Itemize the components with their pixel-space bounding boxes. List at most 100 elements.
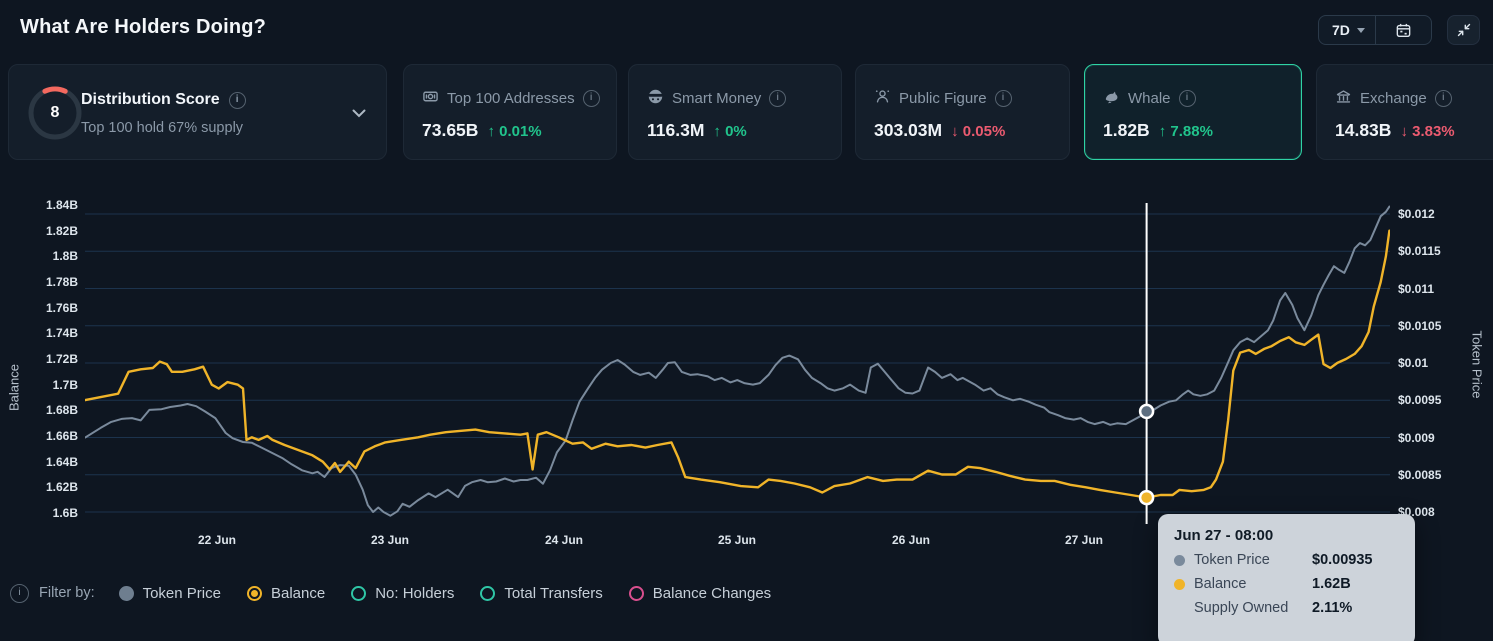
distribution-score-title: Distribution Score i (81, 91, 246, 109)
distribution-score-value: 8 (27, 85, 83, 141)
tooltip-title: Jun 27 - 08:00 (1174, 527, 1399, 544)
stat-card-public-figure[interactable]: Public Figure i 303.03M ↓ 0.05% (855, 64, 1070, 160)
stat-card-header: Smart Money i (647, 88, 786, 109)
x-axis-tick: 25 Jun (702, 533, 772, 547)
stat-card-whale[interactable]: Whalei 1.82B ↑ 7.88% (1084, 64, 1302, 160)
tooltip-row-value: 1.62B (1312, 576, 1351, 592)
bank-icon (1335, 88, 1352, 109)
stat-card-label: Smart Money (672, 90, 761, 107)
stat-card-header: Public Figure i (874, 88, 1012, 109)
stat-card-label: Exchange (1360, 90, 1427, 107)
tooltip-row: Token Price$0.00935 (1174, 552, 1399, 568)
chevron-down-icon[interactable] (352, 109, 366, 118)
x-axis-tick: 24 Jun (529, 533, 599, 547)
holders-dashboard: What Are Holders Doing? 7D 8 (0, 0, 1493, 641)
info-icon[interactable]: i (995, 90, 1012, 107)
person-icon (874, 88, 891, 109)
chevron-down-icon (1357, 28, 1365, 37)
tooltip-row-label: Balance (1194, 576, 1312, 592)
y-axis-tick-left: 1.78B (8, 275, 78, 289)
whale-icon (1103, 88, 1120, 109)
time-range-value[interactable]: 7D (1332, 22, 1350, 38)
y-axis-tick-left: 1.62B (8, 480, 78, 494)
chart-tooltip: Jun 27 - 08:00 Token Price$0.00935Balanc… (1158, 514, 1415, 641)
incognito-icon (647, 88, 664, 109)
stat-card-value: 303.03M (874, 120, 942, 141)
distribution-score-label: Distribution Score (81, 91, 220, 109)
y-axis-tick-right: $0.0115 (1398, 244, 1441, 258)
y-axis-title-left: Balance (7, 328, 22, 448)
distribution-score-card[interactable]: 8 Distribution Score i Top 100 hold 67% … (8, 64, 387, 160)
info-icon[interactable]: i (1435, 90, 1452, 107)
y-axis-tick-right: $0.0105 (1398, 319, 1441, 333)
distribution-score-subtitle: Top 100 hold 67% supply (81, 120, 243, 136)
stat-card-header: Exchange i (1335, 88, 1452, 109)
y-axis-tick-right: $0.009 (1398, 431, 1435, 445)
stat-card-top100[interactable]: Top 100 Addresses i 73.65B↑ 0.01% (403, 64, 617, 160)
banknote-icon (422, 88, 439, 109)
stat-card-label: Public Figure (899, 90, 987, 107)
stat-card-values: 73.65B↑ 0.01% (422, 120, 542, 141)
info-icon[interactable]: i (583, 90, 600, 107)
stat-card-change: ↑ 7.88% (1159, 123, 1213, 140)
collapse-icon (1456, 22, 1472, 38)
stat-card-value: 14.83B (1335, 120, 1391, 141)
filter-balance[interactable]: Balance (247, 585, 325, 602)
stat-card-change: ↑ 0% (713, 123, 746, 140)
stat-card-smart-money[interactable]: Smart Money i 116.3M ↑ 0% (628, 64, 842, 160)
x-axis-tick: 23 Jun (355, 533, 425, 547)
y-axis-tick-right: $0.012 (1398, 207, 1435, 221)
calendar-button[interactable] (1376, 22, 1431, 39)
stat-card-values: 14.83B ↓ 3.83% (1335, 120, 1455, 141)
info-icon[interactable]: i (10, 584, 29, 603)
info-icon[interactable]: i (769, 90, 786, 107)
y-axis-tick-left: 1.76B (8, 301, 78, 315)
time-range-selector[interactable]: 7D (1318, 15, 1432, 45)
filter-total-transfers[interactable]: Total Transfers (480, 585, 602, 602)
filter-label: Total Transfers (504, 585, 602, 602)
filter-by-label: Filter by: (39, 585, 95, 601)
filter-label: No: Holders (375, 585, 454, 602)
collapse-button[interactable] (1447, 15, 1480, 45)
stat-card-change: ↑ 0.01% (487, 123, 541, 140)
series-dot (1174, 603, 1185, 614)
y-axis-title-right: Token Price (1470, 305, 1485, 425)
series-dot (1174, 555, 1185, 566)
x-axis-tick: 22 Jun (182, 533, 252, 547)
tooltip-row-value: 2.11% (1312, 600, 1352, 616)
y-axis-tick-right: $0.0095 (1398, 393, 1441, 407)
stat-card-header: Top 100 Addresses i (422, 88, 600, 109)
filter-balance-changes[interactable]: Balance Changes (629, 585, 771, 602)
stat-card-header: Whalei (1103, 88, 1196, 109)
filter-label: Balance Changes (653, 585, 771, 602)
stat-card-value: 116.3M (647, 120, 704, 141)
y-axis-tick-left: 1.82B (8, 224, 78, 238)
stat-card-label: Top 100 Addresses (447, 90, 575, 107)
y-axis-tick-left: 1.8B (8, 249, 78, 263)
holders-chart[interactable] (85, 195, 1390, 528)
tooltip-row: Supply Owned2.11% (1174, 600, 1399, 616)
x-axis-tick: 26 Jun (876, 533, 946, 547)
info-icon[interactable]: i (229, 92, 246, 109)
stat-card-label: Whale (1128, 90, 1171, 107)
tooltip-row-value: $0.00935 (1312, 552, 1372, 568)
stat-card-exchange[interactable]: Exchange i 14.83B ↓ 3.83% (1316, 64, 1493, 160)
page-title: What Are Holders Doing? (20, 16, 266, 39)
info-icon[interactable]: i (1179, 90, 1196, 107)
stat-card-change: ↓ 0.05% (951, 123, 1005, 140)
y-axis-tick-right: $0.0085 (1398, 468, 1441, 482)
filter-no-holders[interactable]: No: Holders (351, 585, 454, 602)
y-axis-tick-left: 1.6B (8, 506, 78, 520)
y-axis-tick-left: 1.64B (8, 455, 78, 469)
y-axis-tick-right: $0.011 (1398, 282, 1434, 296)
stat-card-values: 1.82B ↑ 7.88% (1103, 120, 1213, 141)
series-dot (1174, 579, 1185, 590)
filter-token-price[interactable]: Token Price (119, 585, 221, 602)
stat-card-value: 1.82B (1103, 120, 1150, 141)
stat-card-values: 116.3M ↑ 0% (647, 120, 747, 141)
stat-card-change: ↓ 3.83% (1400, 123, 1454, 140)
tooltip-row-label: Token Price (1194, 552, 1312, 568)
tooltip-row-label: Supply Owned (1194, 600, 1312, 616)
filter-bar: i Filter by: Token Price Balance No: Holde… (10, 581, 797, 605)
y-axis-tick-left: 1.84B (8, 198, 78, 212)
